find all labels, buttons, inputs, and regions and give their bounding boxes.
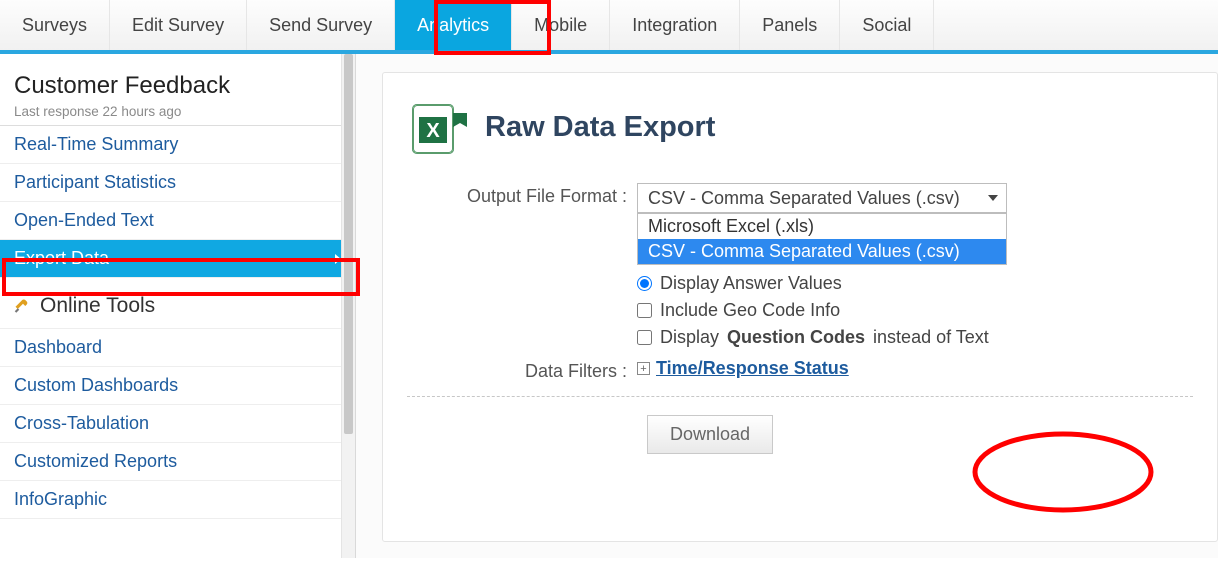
nav-tab-label: Surveys (22, 15, 87, 36)
option-label-pre: Display (660, 327, 719, 348)
top-nav: Surveys Edit Survey Send Survey Analytic… (0, 0, 1218, 54)
nav-tab-mobile[interactable]: Mobile (512, 0, 610, 50)
sidebar-item-export-data[interactable]: Export Data (0, 240, 355, 278)
checkbox-display-question-codes[interactable] (637, 330, 652, 345)
option-label-post: instead of Text (873, 327, 989, 348)
divider (407, 396, 1193, 397)
sidebar-item-infographic[interactable]: InfoGraphic (0, 481, 355, 519)
sidebar-item-label: Participant Statistics (14, 172, 176, 193)
sidebar-item-participant-statistics[interactable]: Participant Statistics (0, 164, 355, 202)
format-label: Output File Format : (407, 183, 637, 207)
excel-icon: X (407, 95, 471, 159)
nav-tab-edit-survey[interactable]: Edit Survey (110, 0, 247, 50)
download-button[interactable]: Download (647, 415, 773, 454)
nav-tab-analytics[interactable]: Analytics (395, 0, 512, 50)
format-option-label: Microsoft Excel (.xls) (648, 216, 814, 236)
sidebar-item-label: Export Data (14, 248, 109, 269)
sidebar-subheader-label: Online Tools (40, 294, 155, 318)
sidebar-item-realtime-summary[interactable]: Real-Time Summary (0, 126, 355, 164)
option-label: Include Geo Code Info (660, 300, 840, 321)
nav-tab-panels[interactable]: Panels (740, 0, 840, 50)
nav-tab-surveys[interactable]: Surveys (0, 0, 110, 50)
checkbox-include-geo[interactable] (637, 303, 652, 318)
sidebar-item-label: InfoGraphic (14, 489, 107, 510)
sidebar-scrollbar-thumb[interactable] (344, 54, 353, 434)
nav-tab-label: Panels (762, 15, 817, 36)
data-filter-link-time-response[interactable]: Time/Response Status (656, 358, 849, 379)
sidebar-item-label: Real-Time Summary (14, 134, 178, 155)
sidebar-item-custom-dashboards[interactable]: Custom Dashboards (0, 367, 355, 405)
option-label: Display Answer Values (660, 273, 842, 294)
option-include-geo[interactable]: Include Geo Code Info (637, 300, 1193, 321)
sidebar-scrollbar[interactable] (341, 54, 355, 558)
output-format-dropdown: Microsoft Excel (.xls) CSV - Comma Separ… (637, 213, 1007, 265)
output-format-select[interactable]: CSV - Comma Separated Values (.csv) (637, 183, 1007, 213)
nav-tab-send-survey[interactable]: Send Survey (247, 0, 395, 50)
sidebar-item-label: Customized Reports (14, 451, 177, 472)
sidebar-item-cross-tabulation[interactable]: Cross-Tabulation (0, 405, 355, 443)
sidebar-item-customized-reports[interactable]: Customized Reports (0, 443, 355, 481)
download-button-label: Download (670, 424, 750, 444)
tools-icon (14, 297, 32, 315)
sidebar-item-open-ended-text[interactable]: Open-Ended Text (0, 202, 355, 240)
sidebar-item-label: Cross-Tabulation (14, 413, 149, 434)
svg-text:X: X (426, 120, 440, 142)
option-display-question-codes[interactable]: Display Question Codes instead of Text (637, 327, 1193, 348)
nav-tab-label: Edit Survey (132, 15, 224, 36)
output-format-selected: CSV - Comma Separated Values (.csv) (648, 188, 960, 209)
nav-tab-integration[interactable]: Integration (610, 0, 740, 50)
sidebar-item-label: Custom Dashboards (14, 375, 178, 396)
last-response-text: Last response 22 hours ago (14, 104, 341, 119)
format-option-csv[interactable]: CSV - Comma Separated Values (.csv) (638, 239, 1006, 264)
format-option-label: CSV - Comma Separated Values (.csv) (648, 241, 960, 261)
option-display-answer-values[interactable]: Display Answer Values (637, 273, 1193, 294)
radio-display-answer-values[interactable] (637, 276, 652, 291)
expand-icon[interactable]: + (637, 362, 650, 375)
caret-down-icon (988, 195, 998, 201)
sidebar-subheader-online-tools: Online Tools (0, 278, 355, 329)
content-area: X Raw Data Export Output File Format : C… (356, 54, 1218, 558)
option-label-strong: Question Codes (727, 327, 865, 348)
sidebar-item-label: Open-Ended Text (14, 210, 154, 231)
page-title: Raw Data Export (485, 111, 715, 144)
nav-tab-label: Social (862, 15, 911, 36)
export-panel: X Raw Data Export Output File Format : C… (382, 72, 1218, 542)
data-filters-label: Data Filters : (407, 358, 637, 382)
sidebar-item-label: Dashboard (14, 337, 102, 358)
nav-tab-label: Mobile (534, 15, 587, 36)
nav-tab-label: Send Survey (269, 15, 372, 36)
nav-tab-label: Integration (632, 15, 717, 36)
format-option-xls[interactable]: Microsoft Excel (.xls) (638, 214, 1006, 239)
sidebar-item-dashboard[interactable]: Dashboard (0, 329, 355, 367)
nav-tab-label: Analytics (417, 15, 489, 36)
nav-tab-social[interactable]: Social (840, 0, 934, 50)
survey-title: Customer Feedback (14, 72, 341, 100)
sidebar: Customer Feedback Last response 22 hours… (0, 54, 356, 558)
